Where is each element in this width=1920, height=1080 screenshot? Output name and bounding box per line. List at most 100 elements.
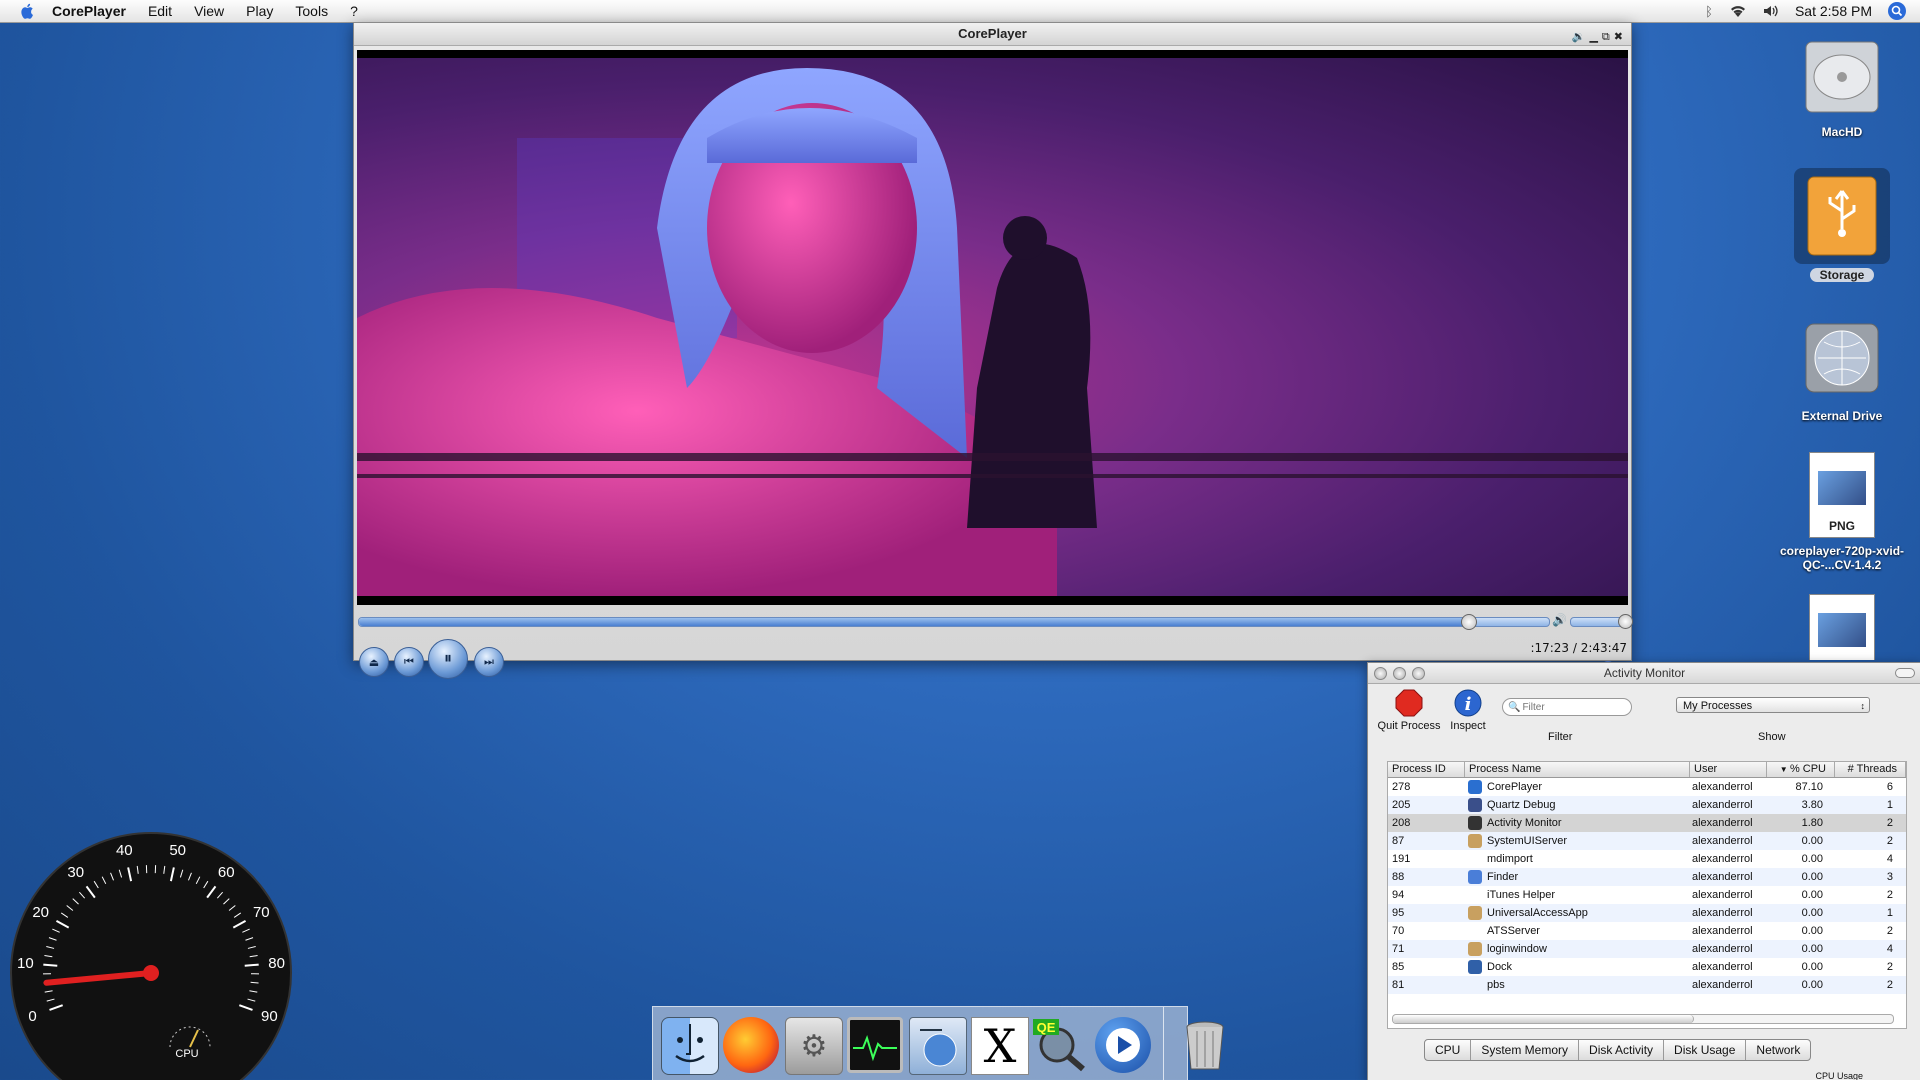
cell-user: alexanderrol [1692,961,1753,973]
scrollbar-thumb[interactable] [1393,1015,1694,1023]
eject-button[interactable]: ⏏ [359,647,389,677]
clock[interactable]: Sat 2:58 PM [1795,3,1872,19]
desktop-icon-external-drive[interactable]: External Drive [1782,316,1902,423]
seek-bar[interactable] [358,614,1550,630]
volume-slider[interactable] [1570,614,1633,629]
cell-name: Quartz Debug [1464,796,1688,814]
tab-system-memory[interactable]: System Memory [1471,1040,1580,1060]
volume-knob[interactable] [1618,614,1633,629]
cell-threads: 4 [1886,853,1893,865]
table-row[interactable]: 191 mdimport alexanderrol 0.00 4 [1388,850,1906,868]
filter-input[interactable] [1520,700,1625,714]
volume-icon[interactable]: 🔊 [1552,613,1567,627]
volume-icon[interactable] [1763,4,1779,18]
menu-help[interactable]: ? [350,3,358,19]
firefox-icon[interactable] [723,1017,779,1073]
col-header-user[interactable]: User [1690,762,1767,777]
desktop-icon-storage[interactable]: Storage [1782,168,1902,282]
apple-menu-icon[interactable] [18,2,38,20]
cpu-gauge-widget: 0 10 20 30 40 50 60 70 80 90 CPU [10,832,292,1080]
close-button[interactable] [1374,667,1387,680]
am-title: Activity Monitor [1603,666,1686,680]
cell-name-text: CorePlayer [1487,781,1543,793]
table-row[interactable]: 208 Activity Monitor alexanderrol 1.80 2 [1388,814,1906,832]
minimize-button[interactable] [1393,667,1406,680]
menu-view[interactable]: View [194,3,224,19]
table-row[interactable]: 88 Finder alexanderrol 0.00 3 [1388,868,1906,886]
tab-cpu[interactable]: CPU [1425,1040,1472,1060]
filter-label: Filter [1548,731,1573,743]
quit-process-label: Quit Process [1377,720,1441,732]
next-button[interactable]: ⏭ [474,647,504,677]
col-header-pid[interactable]: Process ID [1388,762,1465,777]
time-display: :17:23 / 2:43:47 [1530,641,1627,655]
trash-icon[interactable] [1177,1017,1233,1073]
player-titlebar[interactable]: CorePlayer 🔉 ▁ ⧉ ✖ [354,23,1631,46]
col-header-cpu[interactable]: ▼ % CPU [1767,762,1835,777]
cell-name-text: UniversalAccessApp [1487,907,1588,919]
horizontal-scrollbar[interactable] [1392,1014,1894,1024]
desktop-icon-partial-file[interactable] [1782,594,1902,660]
seek-knob[interactable] [1461,614,1478,630]
am-titlebar[interactable]: Activity Monitor [1368,663,1920,684]
cell-cpu: 87.10 [1795,781,1823,793]
close-button[interactable]: ✖ [1614,26,1623,48]
finder-icon[interactable] [661,1017,719,1075]
table-row[interactable]: 87 SystemUIServer alexanderrol 0.00 2 [1388,832,1906,850]
gauge-tick-label: 40 [116,842,133,859]
gauge-tick-label: 70 [253,904,270,921]
spotlight-icon[interactable] [1888,2,1906,20]
generic-app-icon [1468,942,1482,956]
gauge-tick [43,963,58,967]
table-row[interactable]: 95 UniversalAccessApp alexanderrol 0.00 1 [1388,904,1906,922]
cell-cpu: 3.80 [1801,799,1823,811]
col-header-name[interactable]: Process Name [1465,762,1690,777]
toolbar-toggle-button[interactable] [1895,668,1915,678]
selection-highlight [1794,168,1890,264]
audio-icon[interactable]: 🔉 [1572,26,1586,48]
svg-text:QE: QE [1037,1020,1056,1035]
finder-icon [1468,870,1482,884]
cell-name-text: iTunes Helper [1487,889,1556,901]
desktop-icon-png-file[interactable]: PNG coreplayer-720p-xvid-QC-...CV-1.4.2 [1780,452,1904,572]
activity-monitor-icon [1468,816,1482,830]
wifi-icon[interactable] [1729,4,1747,18]
coreplayer-icon[interactable] [1095,1017,1151,1073]
table-row[interactable]: 71 loginwindow alexanderrol 0.00 4 [1388,940,1906,958]
pause-button[interactable]: ⏸ [428,639,468,679]
restore-button[interactable]: ⧉ [1602,26,1610,48]
table-row[interactable]: 85 Dock alexanderrol 0.00 2 [1388,958,1906,976]
menu-app-name[interactable]: CorePlayer [52,3,126,19]
quit-process-button[interactable]: Quit Process [1374,689,1444,732]
zoom-button[interactable] [1412,667,1425,680]
table-row[interactable]: 94 iTunes Helper alexanderrol 0.00 2 [1388,886,1906,904]
menu-play[interactable]: Play [246,3,273,19]
inspect-button[interactable]: i Inspect [1446,689,1490,732]
table-row[interactable]: 205 Quartz Debug alexanderrol 3.80 1 [1388,796,1906,814]
activity-monitor-icon[interactable] [847,1017,903,1073]
menu-edit[interactable]: Edit [148,3,172,19]
minimize-button[interactable]: ▁ [1589,26,1597,48]
x11-icon[interactable]: X [971,1017,1029,1075]
cell-user: alexanderrol [1692,835,1753,847]
col-header-threads[interactable]: # Threads [1835,762,1906,777]
system-preferences-icon[interactable]: ⚙ [785,1017,843,1075]
table-row[interactable]: 81 pbs alexanderrol 0.00 2 [1388,976,1906,994]
cell-name-text: Activity Monitor [1487,817,1562,829]
menu-tools[interactable]: Tools [295,3,328,19]
blank-icon [1468,852,1482,866]
tab-network[interactable]: Network [1746,1040,1810,1060]
safari-icon[interactable] [909,1017,967,1075]
tab-disk-usage[interactable]: Disk Usage [1664,1040,1747,1060]
video-surface[interactable] [357,50,1628,605]
cell-threads: 2 [1886,925,1893,937]
table-row[interactable]: 278 CorePlayer alexanderrol 87.10 6 [1388,778,1906,796]
previous-button[interactable]: ⏮ [394,647,424,677]
tab-disk-activity[interactable]: Disk Activity [1579,1040,1665,1060]
filter-field[interactable]: 🔍 [1502,698,1632,716]
show-select[interactable]: My Processes ↕ [1676,697,1870,713]
bluetooth-icon[interactable]: ᛒ [1705,4,1713,19]
desktop-icon-machd[interactable]: MacHD [1782,32,1902,139]
table-row[interactable]: 70 ATSServer alexanderrol 0.00 2 [1388,922,1906,940]
quartz-debug-icon[interactable]: QE [1033,1017,1089,1073]
